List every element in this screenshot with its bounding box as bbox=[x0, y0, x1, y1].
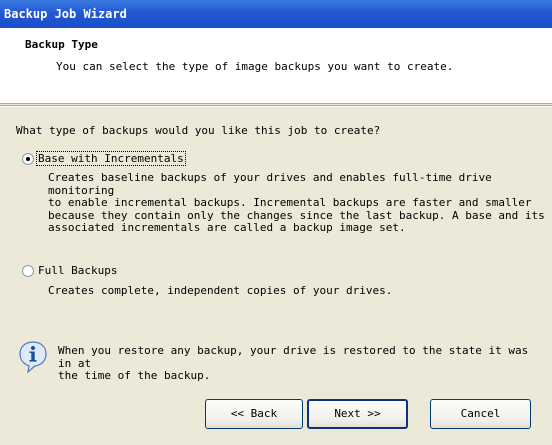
description-line: Creates baseline backups of your drives … bbox=[48, 171, 492, 197]
option-description-full-backups: Creates complete, independent copies of … bbox=[48, 284, 393, 298]
header-divider bbox=[0, 105, 552, 107]
backup-type-question: What type of backups would you like this… bbox=[16, 124, 381, 137]
back-button[interactable]: << Back bbox=[205, 399, 303, 429]
next-button[interactable]: Next >> bbox=[307, 399, 408, 429]
cancel-button[interactable]: Cancel bbox=[430, 399, 531, 429]
info-message: When you restore any backup, your drive … bbox=[58, 344, 538, 383]
title-bar[interactable]: Backup Job Wizard bbox=[0, 0, 552, 28]
option-label-full-backups[interactable]: Full Backups bbox=[38, 264, 117, 277]
wizard-header: Backup Type You can select the type of i… bbox=[0, 28, 552, 104]
header-subtitle: You can select the type of image backups… bbox=[56, 60, 454, 73]
radio-selected-dot bbox=[26, 157, 30, 161]
header-title: Backup Type bbox=[25, 38, 98, 51]
wizard-window: Backup Job Wizard Backup Type You can se… bbox=[0, 0, 552, 445]
radio-base-with-incrementals[interactable] bbox=[22, 153, 34, 165]
window-title: Backup Job Wizard bbox=[4, 7, 127, 21]
option-description-base-with-incrementals: Creates baseline backups of your drives … bbox=[48, 171, 552, 235]
radio-full-backups[interactable] bbox=[22, 265, 34, 277]
description-line: associated incrementals are called a bac… bbox=[48, 221, 406, 234]
description-line: Creates complete, independent copies of … bbox=[48, 284, 393, 297]
info-line: the time of the backup. bbox=[58, 369, 211, 382]
info-icon bbox=[19, 341, 47, 374]
option-label-base-with-incrementals[interactable]: Base with Incrementals bbox=[36, 151, 186, 166]
description-line: to enable incremental backups. Increment… bbox=[48, 196, 532, 209]
info-line: When you restore any backup, your drive … bbox=[58, 344, 529, 370]
